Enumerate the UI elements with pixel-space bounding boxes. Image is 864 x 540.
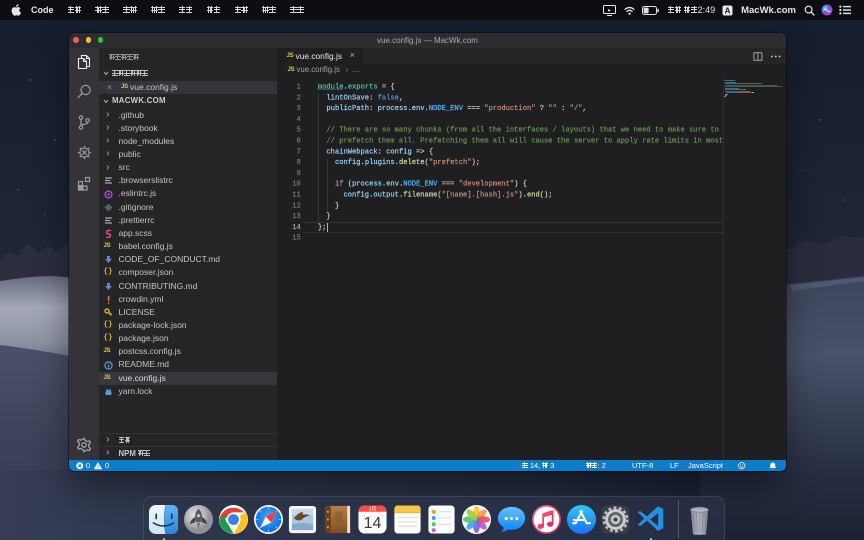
svg-text:14: 14 [363, 515, 381, 532]
svg-text:3月: 3月 [369, 506, 377, 512]
svg-text:A: A [725, 6, 731, 15]
